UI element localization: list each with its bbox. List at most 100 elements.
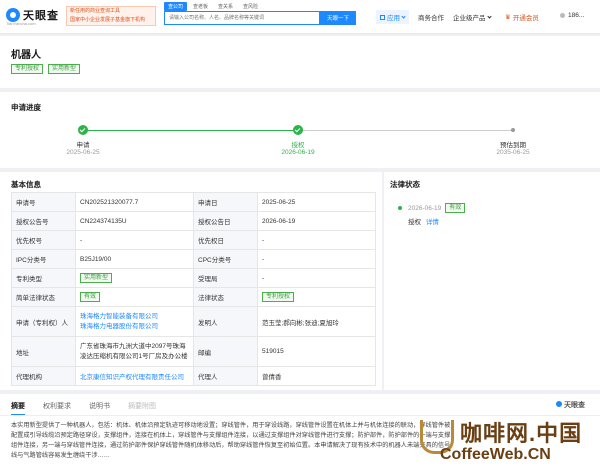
abstract-text: 本实用新型提供了一种机器人，包括：机体、机体沿预定轨迹可移动地设置；穿线管件，用… — [11, 422, 451, 459]
table-row: 优先权号 - 优先权日 - — [11, 230, 376, 250]
field-label: 申请日 — [193, 192, 258, 212]
top-bar: 天眼查 TianYancha.com 新任用的商业查询工具 国家中小企业发展子基… — [0, 0, 600, 34]
field-label: 邮编 — [193, 336, 258, 367]
address-line-1: 广东省珠海市九洲大道中2097号珠海 — [80, 342, 186, 350]
field-value: - — [75, 230, 194, 250]
step-grant-date: 2026-06-19 — [281, 149, 315, 156]
watermark-main-text: 咖啡网.中国 — [460, 421, 583, 446]
search-input[interactable] — [165, 12, 319, 24]
watermark-sub-text: CoffeeWeb.CN — [440, 446, 551, 463]
step-apply-date: 2025-06-25 — [66, 149, 100, 156]
detail-link[interactable]: 详情 — [426, 219, 439, 226]
field-value: CN202521320077.7 — [75, 192, 194, 212]
nav-vip-label: 开通会员 — [512, 15, 539, 22]
brand-mark: 天眼查 — [556, 400, 585, 410]
nav-app-label: 应用 — [387, 15, 400, 22]
applicant-link-1[interactable]: 珠海格力智能装备有限公司 — [80, 312, 189, 322]
legal-status-date: 2026-06-19 — [408, 204, 442, 212]
nav-partner[interactable]: 商务合作 — [418, 12, 444, 22]
nav-enterprise-label: 企业级产品 — [453, 15, 486, 22]
nav-user[interactable]: 186... — [560, 12, 584, 19]
legal-status-card: 法律状态 2026-06-19 有效 授权 详情 — [384, 172, 600, 390]
search-tab-relation[interactable]: 查关系 — [214, 2, 237, 11]
basic-info-title: 基本信息 — [11, 180, 41, 189]
field-label: 法律状态 — [193, 287, 258, 307]
table-row: 地址 广东省珠海市九洲大道中2097号珠海 凌达压缩机有限公司1号厂房及办公楼 … — [11, 336, 376, 367]
timeline-dot-icon — [398, 206, 402, 210]
search-tab-risk[interactable]: 查风险 — [239, 2, 262, 11]
search-type-tabs: 查公司 查老板 查关系 查风险 — [164, 2, 264, 11]
field-label: 优先权日 — [193, 230, 258, 250]
agency-link[interactable]: 北京康信知识产权代理有限责任公司 — [80, 374, 184, 381]
apps-grid-icon — [380, 14, 385, 20]
step-expire-label: 预估到期 — [500, 142, 526, 149]
applicant-link-2[interactable]: 珠海格力电器股份有限公司 — [80, 322, 189, 332]
nav-app-menu[interactable]: 应用 — [376, 10, 409, 24]
field-label: IPC分类号 — [11, 249, 76, 269]
search-tab-boss[interactable]: 查老板 — [189, 2, 212, 11]
progress-track-done — [83, 130, 298, 131]
nav-vip[interactable]: ♛ 开通会员 — [505, 12, 539, 22]
step-grant-label: 授权 — [291, 142, 305, 149]
legal-status-event: 授权 — [408, 219, 421, 226]
field-value: 2026-06-19 — [257, 211, 376, 231]
field-value: 北京康信知识产权代理有限责任公司 — [75, 366, 194, 386]
legal-status-badge: 有效 — [445, 203, 466, 213]
field-value: CN224374135U — [75, 211, 194, 231]
basic-info-card: 基本信息 申请号 CN202521320077.7 申请日 2025-06-25… — [0, 172, 382, 390]
step-apply-label: 申请 — [76, 142, 90, 149]
table-row: 代理机构 北京康信知识产权代理有限责任公司 代理人 曾倩香 — [11, 366, 376, 386]
eye-logo-icon — [556, 401, 562, 407]
patent-header: 机器人 专利授权 实用新型 — [0, 36, 600, 88]
patent-tag-authorized: 专利授权 — [11, 64, 44, 74]
field-value: - — [257, 230, 376, 250]
status-badge: 有效 — [80, 292, 101, 302]
tab-abstract-figure[interactable]: 摘要附图 — [128, 401, 156, 416]
page-title: 机器人 — [11, 50, 41, 61]
field-label: 地址 — [11, 336, 76, 367]
field-label: 申请（专利权）人 — [11, 306, 76, 337]
field-label: 申请号 — [11, 192, 76, 212]
crown-icon: ♛ — [505, 14, 511, 21]
basic-info-table: 申请号 CN202521320077.7 申请日 2025-06-25 授权公告… — [11, 192, 376, 386]
field-value: 广东省珠海市九洲大道中2097号珠海 凌达压缩机有限公司1号厂房及办公楼 — [75, 336, 194, 367]
logo-subtitle: TianYancha.com — [6, 21, 36, 26]
nav-partner-label: 商务合作 — [418, 15, 444, 22]
field-label: 优先权号 — [11, 230, 76, 250]
promo-banner[interactable]: 新任用的商业查询工具 国家中小企业发展子基金旗下机构 — [66, 6, 156, 26]
content-tabs: 摘要 权利要求 说明书 摘要附图 — [11, 401, 174, 416]
tab-abstract[interactable]: 摘要 — [11, 401, 25, 416]
field-label: 简单法律状态 — [11, 287, 76, 307]
tab-claims[interactable]: 权利要求 — [43, 401, 71, 416]
patent-tag-type: 实用新型 — [48, 64, 81, 74]
table-row: 简单法律状态 有效 法律状态 专利授权 — [11, 287, 376, 307]
nav-enterprise[interactable]: 企业级产品 — [453, 12, 492, 22]
table-row: 申请（专利权）人 珠海格力智能装备有限公司 珠海格力电器股份有限公司 发明人 范… — [11, 306, 376, 337]
field-label: 发明人 — [193, 306, 258, 337]
search-tab-company[interactable]: 查公司 — [164, 2, 188, 11]
search-button[interactable]: 天眼一下 — [320, 11, 356, 25]
field-value: 519015 — [257, 336, 376, 367]
field-label: CPC分类号 — [193, 249, 258, 269]
field-label: 代理人 — [193, 366, 258, 386]
table-row: 申请号 CN202521320077.7 申请日 2025-06-25 — [11, 192, 376, 212]
eye-logo-icon — [6, 8, 20, 22]
field-label: 授权公告日 — [193, 211, 258, 231]
tab-description[interactable]: 说明书 — [89, 401, 110, 416]
legal-status-badge: 专利授权 — [262, 292, 295, 302]
step-grant-check-icon — [293, 125, 303, 135]
field-value: 2025-06-25 — [257, 192, 376, 212]
progress-track-pending — [298, 130, 513, 131]
watermark: 咖啡网.中国 CoffeeWeb.CN — [420, 416, 600, 474]
field-value: B25J19/00 — [75, 249, 194, 269]
field-label: 代理机构 — [11, 366, 76, 386]
user-avatar-icon — [560, 13, 565, 18]
field-value: 有效 — [75, 287, 194, 307]
field-label: 专利类型 — [11, 268, 76, 288]
field-label: 受理局 — [193, 268, 258, 288]
table-row: IPC分类号 B25J19/00 CPC分类号 - — [11, 249, 376, 269]
promo-line-1: 新任用的商业查询工具 — [70, 8, 121, 14]
field-value: - — [257, 249, 376, 269]
promo-line-2: 国家中小企业发展子基金旗下机构 — [70, 17, 146, 23]
chevron-down-icon — [486, 13, 492, 19]
